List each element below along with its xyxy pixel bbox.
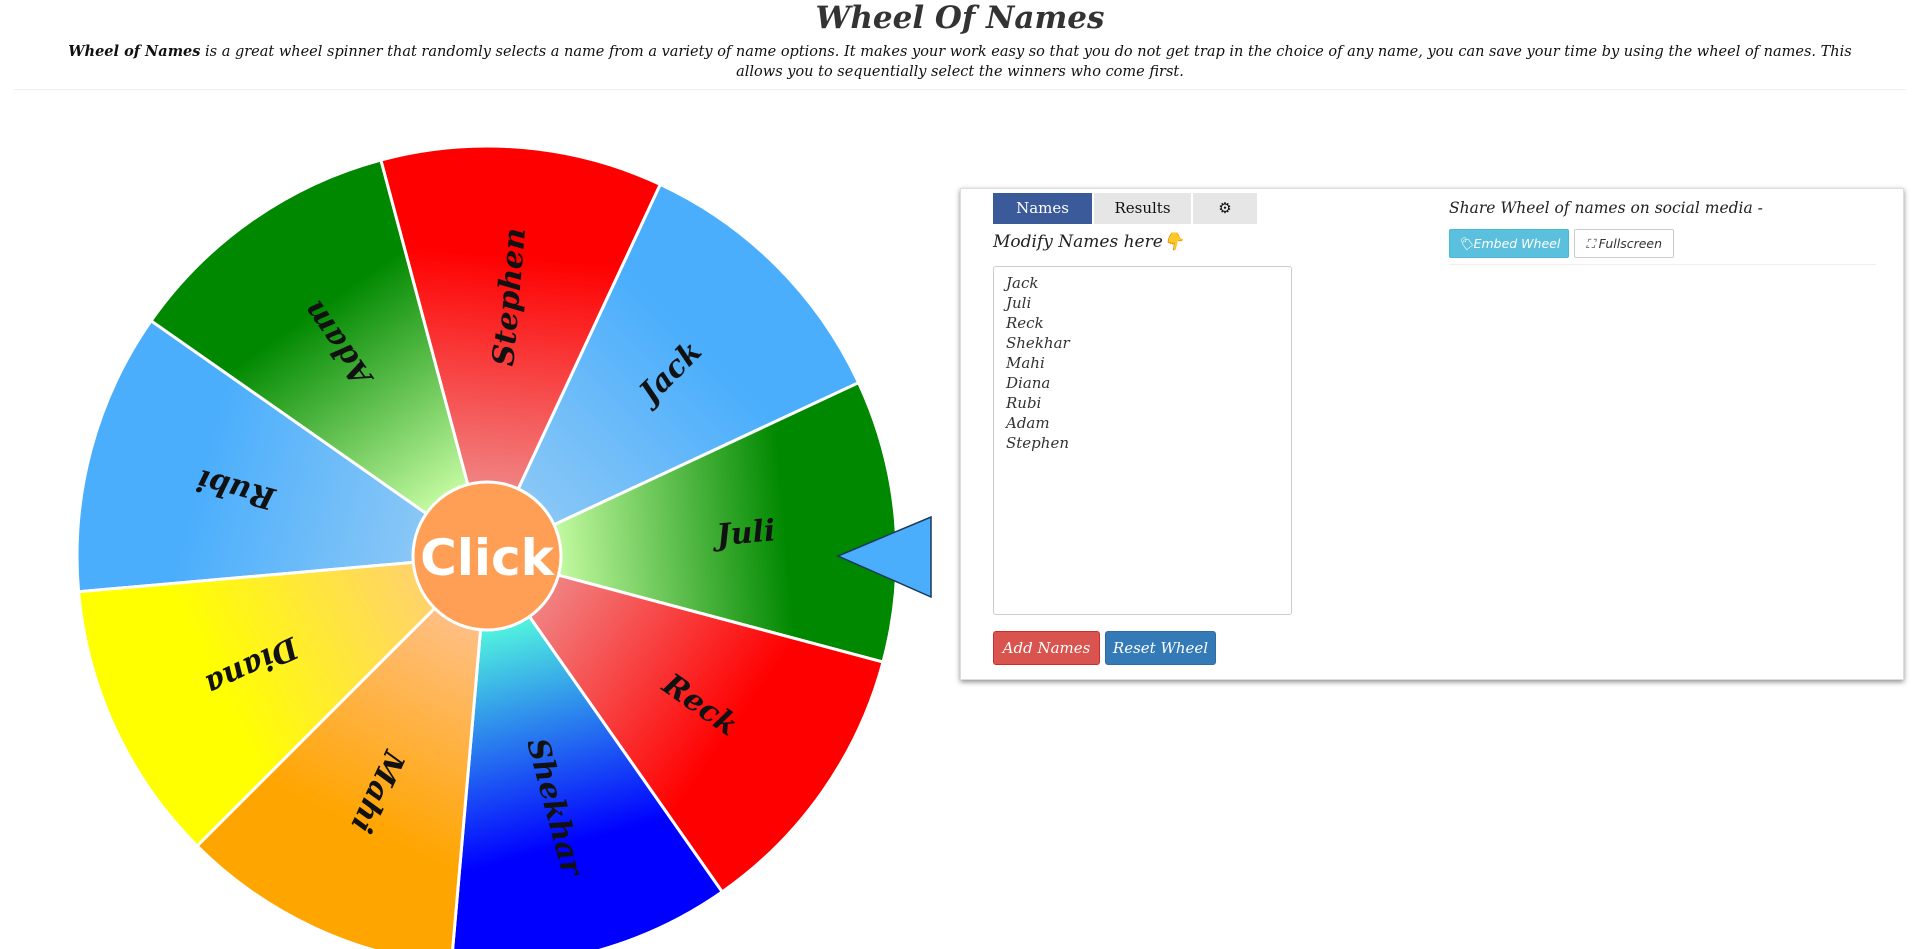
tab-settings-gear-icon[interactable]: ⚙	[1193, 193, 1257, 224]
share-divider	[1449, 264, 1876, 265]
panel-tabs: Names Results ⚙	[993, 193, 1259, 224]
name-line: Shekhar	[1006, 334, 1070, 352]
name-wheel[interactable]: RubiAdam StephenJackJuliReckShekharMahiDi…	[0, 0, 960, 949]
name-line: Jack	[1006, 274, 1039, 292]
names-panel: Names Results ⚙ Modify Names here👇 Jack …	[960, 188, 1904, 680]
reset-wheel-button[interactable]: Reset Wheel	[1105, 631, 1216, 665]
fullscreen-button[interactable]: ⛶ Fullscreen	[1574, 229, 1674, 258]
name-line: Reck	[1006, 314, 1044, 332]
spin-click-label[interactable]: Click	[420, 529, 556, 587]
tab-results[interactable]: Results	[1094, 193, 1191, 224]
name-line: Adam	[1006, 414, 1050, 432]
modify-names-label: Modify Names here👇	[993, 232, 1184, 252]
name-line: Diana	[1006, 374, 1051, 392]
share-label: Share Wheel of names on social media -	[1449, 199, 1763, 217]
name-line: Mahi	[1006, 354, 1045, 372]
add-names-button[interactable]: Add Names	[993, 631, 1100, 665]
name-line: Stephen	[1006, 434, 1069, 452]
name-line: Juli	[1006, 294, 1032, 312]
wheel-segment-label: Juli	[710, 513, 777, 553]
embed-wheel-button[interactable]: 🏷Embed Wheel	[1449, 229, 1569, 258]
tab-names[interactable]: Names	[993, 193, 1092, 224]
name-line: Rubi	[1006, 394, 1042, 412]
names-textarea[interactable]: Jack Juli Reck Shekhar Mahi Diana Rubi A…	[993, 266, 1292, 615]
